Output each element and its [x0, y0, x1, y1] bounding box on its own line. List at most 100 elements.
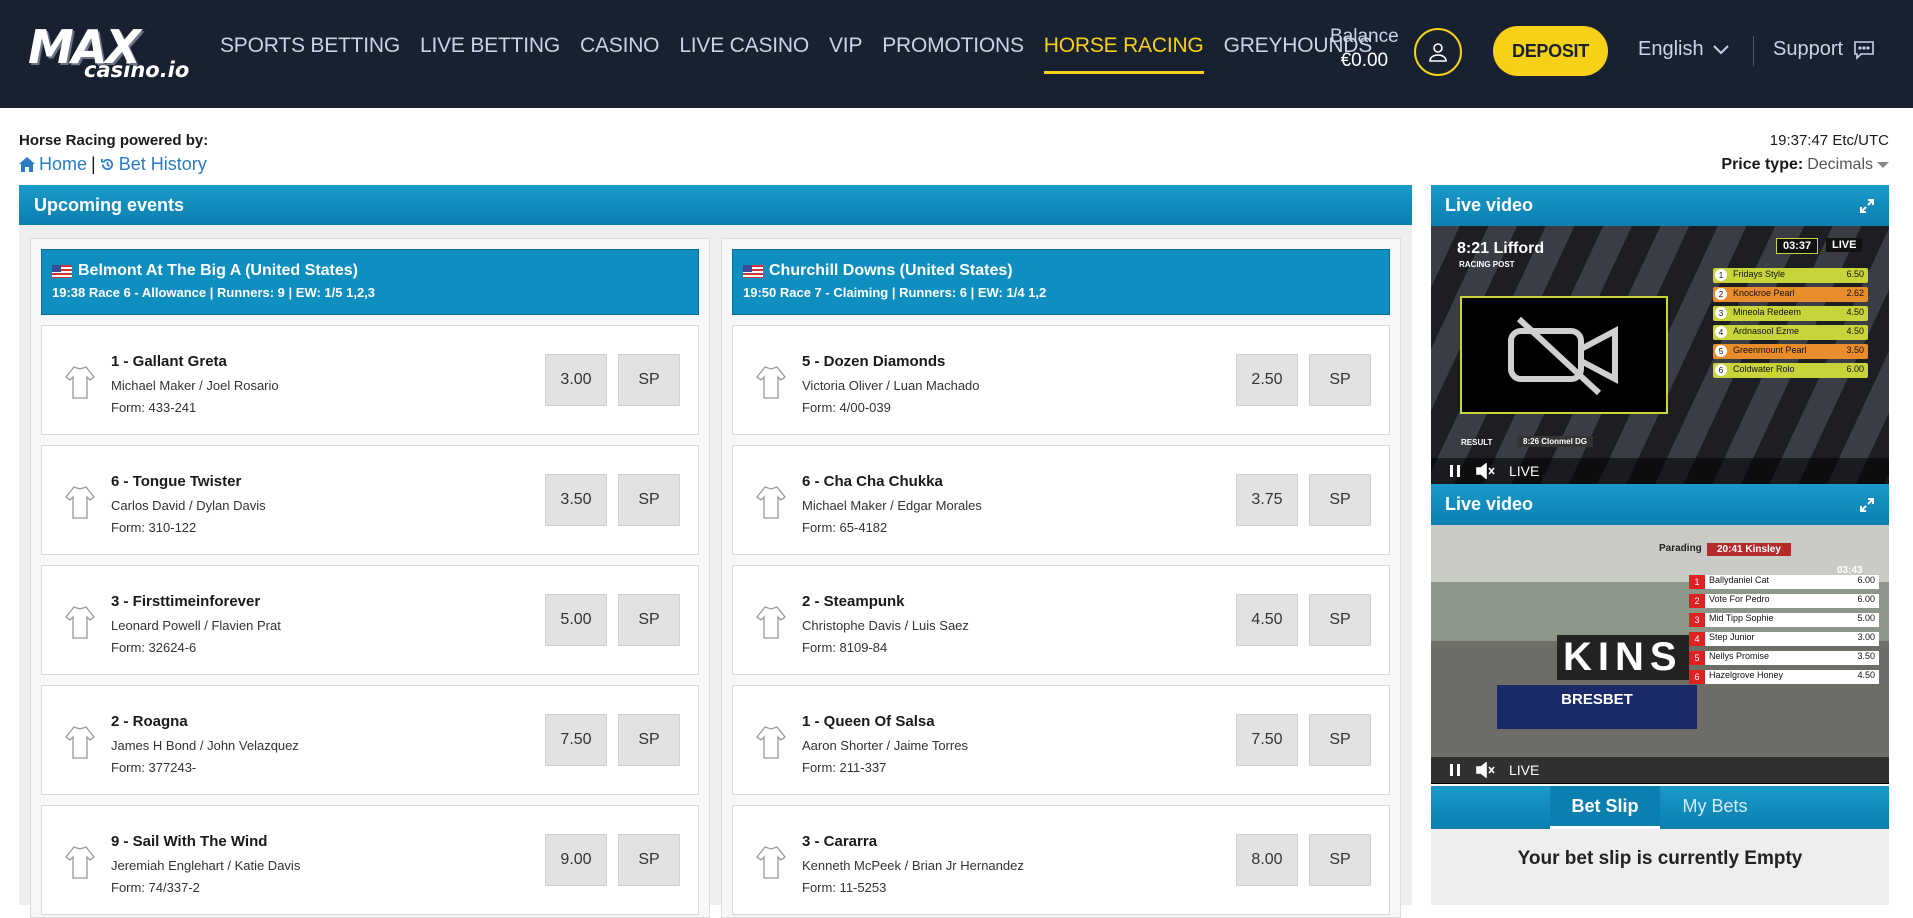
jockey-silk-icon: [756, 366, 786, 399]
runner-trainer-jockey: Michael Maker / Edgar Morales: [802, 498, 982, 513]
tab-my-bets[interactable]: My Bets: [1660, 786, 1770, 829]
runner-name: 1 - Gallant Greta: [111, 353, 227, 370]
mute-icon[interactable]: [1475, 762, 1495, 778]
odds-button[interactable]: 3.50: [545, 474, 607, 526]
jockey-silk-icon: [756, 606, 786, 639]
overlay-race: 8:21 Lifford: [1457, 240, 1545, 257]
expand-icon[interactable]: [1859, 198, 1875, 214]
runner-name: 2 - Roagna: [111, 713, 188, 730]
mute-icon[interactable]: [1475, 463, 1495, 479]
nav-live-betting[interactable]: LIVE BETTING: [410, 30, 570, 62]
sp-button[interactable]: SP: [1309, 354, 1371, 406]
runner-form: Form: 32624-6: [111, 640, 197, 655]
odds-button[interactable]: 5.00: [545, 594, 607, 646]
main-nav: SPORTS BETTING LIVE BETTING CASINO LIVE …: [210, 30, 1382, 74]
pause-icon[interactable]: [1449, 464, 1461, 478]
jockey-silk-icon: [65, 366, 95, 399]
bet-slip-panel: Bet Slip My Bets Your bet slip is curren…: [1431, 786, 1889, 905]
nav-promotions[interactable]: PROMOTIONS: [872, 30, 1034, 62]
chat-icon: [1854, 40, 1874, 60]
tab-bet-slip[interactable]: Bet Slip: [1550, 786, 1660, 829]
breadcrumb-separator: |: [91, 154, 96, 174]
odds-button[interactable]: 3.00: [545, 354, 607, 406]
bet-slip-empty-message: Your bet slip is currently Empty: [1517, 848, 1803, 869]
sp-button[interactable]: SP: [618, 834, 680, 886]
runner-row: 2 - Steampunk Christophe Davis / Luis Sa…: [732, 565, 1390, 675]
caret-down-icon: [1877, 162, 1889, 168]
odds-button[interactable]: 8.00: [1236, 834, 1298, 886]
runner-row: 3 - Cararra Kenneth McPeek / Brian Jr He…: [732, 805, 1390, 915]
sp-button[interactable]: SP: [1309, 714, 1371, 766]
balance-value: €0.00: [1340, 50, 1389, 71]
bet-slip-tabs: Bet Slip My Bets: [1431, 786, 1889, 829]
site-logo[interactable]: MAX casino.io: [28, 20, 189, 84]
result-label: RESULT: [1461, 438, 1493, 447]
balance-display: Balance €0.00: [1330, 26, 1399, 72]
runner-trainer-jockey: James H Bond / John Velazquez: [111, 738, 299, 753]
odds-button[interactable]: 4.50: [1236, 594, 1298, 646]
sp-button[interactable]: SP: [618, 714, 680, 766]
user-icon: [1429, 43, 1447, 62]
sp-button[interactable]: SP: [618, 594, 680, 646]
nav-vip[interactable]: VIP: [819, 30, 872, 62]
live-video-header: Live video: [1431, 484, 1889, 525]
language-selector[interactable]: English: [1638, 38, 1730, 61]
price-type-value: Decimals: [1807, 156, 1873, 173]
runner-name: 2 - Steampunk: [802, 593, 905, 610]
video-controls: LIVE: [1431, 757, 1889, 783]
runner-row: 1 - Gallant Greta Michael Maker / Joel R…: [41, 325, 699, 435]
pause-icon[interactable]: [1449, 763, 1461, 777]
price-type-selector[interactable]: Price type: Decimals: [1721, 156, 1889, 174]
live-video-panel-2: Live video Parading 20:41 Kinsley 03:43 …: [1431, 484, 1889, 784]
meeting-info: 19:50 Race 7 - Claiming | Runners: 6 | E…: [743, 285, 1047, 300]
meeting-column-belmont: Belmont At The Big A (United States) 19:…: [30, 238, 710, 918]
runner-form: Form: 4/00-039: [802, 400, 891, 415]
overlay-timer: 03:37: [1776, 238, 1819, 254]
odds-button[interactable]: 2.50: [1236, 354, 1298, 406]
nav-live-casino[interactable]: LIVE CASINO: [669, 30, 819, 62]
meeting-title: Belmont At The Big A (United States): [78, 262, 358, 279]
us-flag-icon: [743, 264, 763, 278]
meeting-column-churchill: Churchill Downs (United States) 19:50 Ra…: [721, 238, 1401, 918]
nav-sports-betting[interactable]: SPORTS BETTING: [210, 30, 410, 62]
sp-button[interactable]: SP: [1309, 834, 1371, 886]
history-icon: [100, 158, 113, 170]
runner-row: 5 - Dozen Diamonds Victoria Oliver / Lua…: [732, 325, 1390, 435]
video-controls: LIVE: [1431, 458, 1889, 484]
sp-button[interactable]: SP: [1309, 474, 1371, 526]
home-link[interactable]: Home: [39, 154, 87, 175]
deposit-button[interactable]: DEPOSIT: [1493, 26, 1608, 76]
video-stream[interactable]: 8:21 Lifford RACING POST 03:37 LIVE 1 Fri…: [1431, 226, 1889, 484]
upcoming-events-panel: Upcoming events Belmont At The Big A (Un…: [19, 185, 1412, 918]
meeting-header[interactable]: Churchill Downs (United States) 19:50 Ra…: [732, 249, 1390, 315]
runner-row: 6 - Tongue Twister Carlos David / Dylan …: [41, 445, 699, 555]
camera-off-icon: [1508, 316, 1618, 395]
us-flag-icon: [52, 264, 72, 278]
jockey-silk-icon: [756, 486, 786, 519]
nav-casino[interactable]: CASINO: [570, 30, 669, 62]
result-value: 8:26 Clonmel DG: [1517, 436, 1594, 447]
sponsor-banner: BRESBET: [1497, 685, 1697, 729]
odds-button[interactable]: 3.75: [1236, 474, 1298, 526]
nav-horse-racing[interactable]: HORSE RACING: [1034, 30, 1214, 74]
sp-button[interactable]: SP: [618, 354, 680, 406]
runner-form: Form: 65-4182: [802, 520, 888, 535]
runner-form: Form: 74/337-2: [111, 880, 200, 895]
odds-button[interactable]: 7.50: [545, 714, 607, 766]
runner-trainer-jockey: Christophe Davis / Luis Saez: [802, 618, 969, 633]
sp-button[interactable]: SP: [1309, 594, 1371, 646]
overlay-brand: RACING POST: [1459, 260, 1515, 269]
bet-history-link[interactable]: Bet History: [119, 154, 207, 175]
runner-form: Form: 433-241: [111, 400, 197, 415]
user-account-button[interactable]: [1414, 28, 1462, 76]
runner-name: 6 - Cha Cha Chukka: [802, 473, 943, 490]
meeting-header[interactable]: Belmont At The Big A (United States) 19:…: [41, 249, 699, 315]
video-stream[interactable]: Parading 20:41 Kinsley 03:43 KINS BRESBE…: [1431, 525, 1889, 783]
expand-icon[interactable]: [1859, 497, 1875, 513]
odds-button[interactable]: 9.00: [545, 834, 607, 886]
odds-button[interactable]: 7.50: [1236, 714, 1298, 766]
support-link[interactable]: Support: [1773, 38, 1875, 61]
sp-button[interactable]: SP: [618, 474, 680, 526]
runner-name: 9 - Sail With The Wind: [111, 833, 268, 850]
home-icon: [19, 157, 35, 172]
